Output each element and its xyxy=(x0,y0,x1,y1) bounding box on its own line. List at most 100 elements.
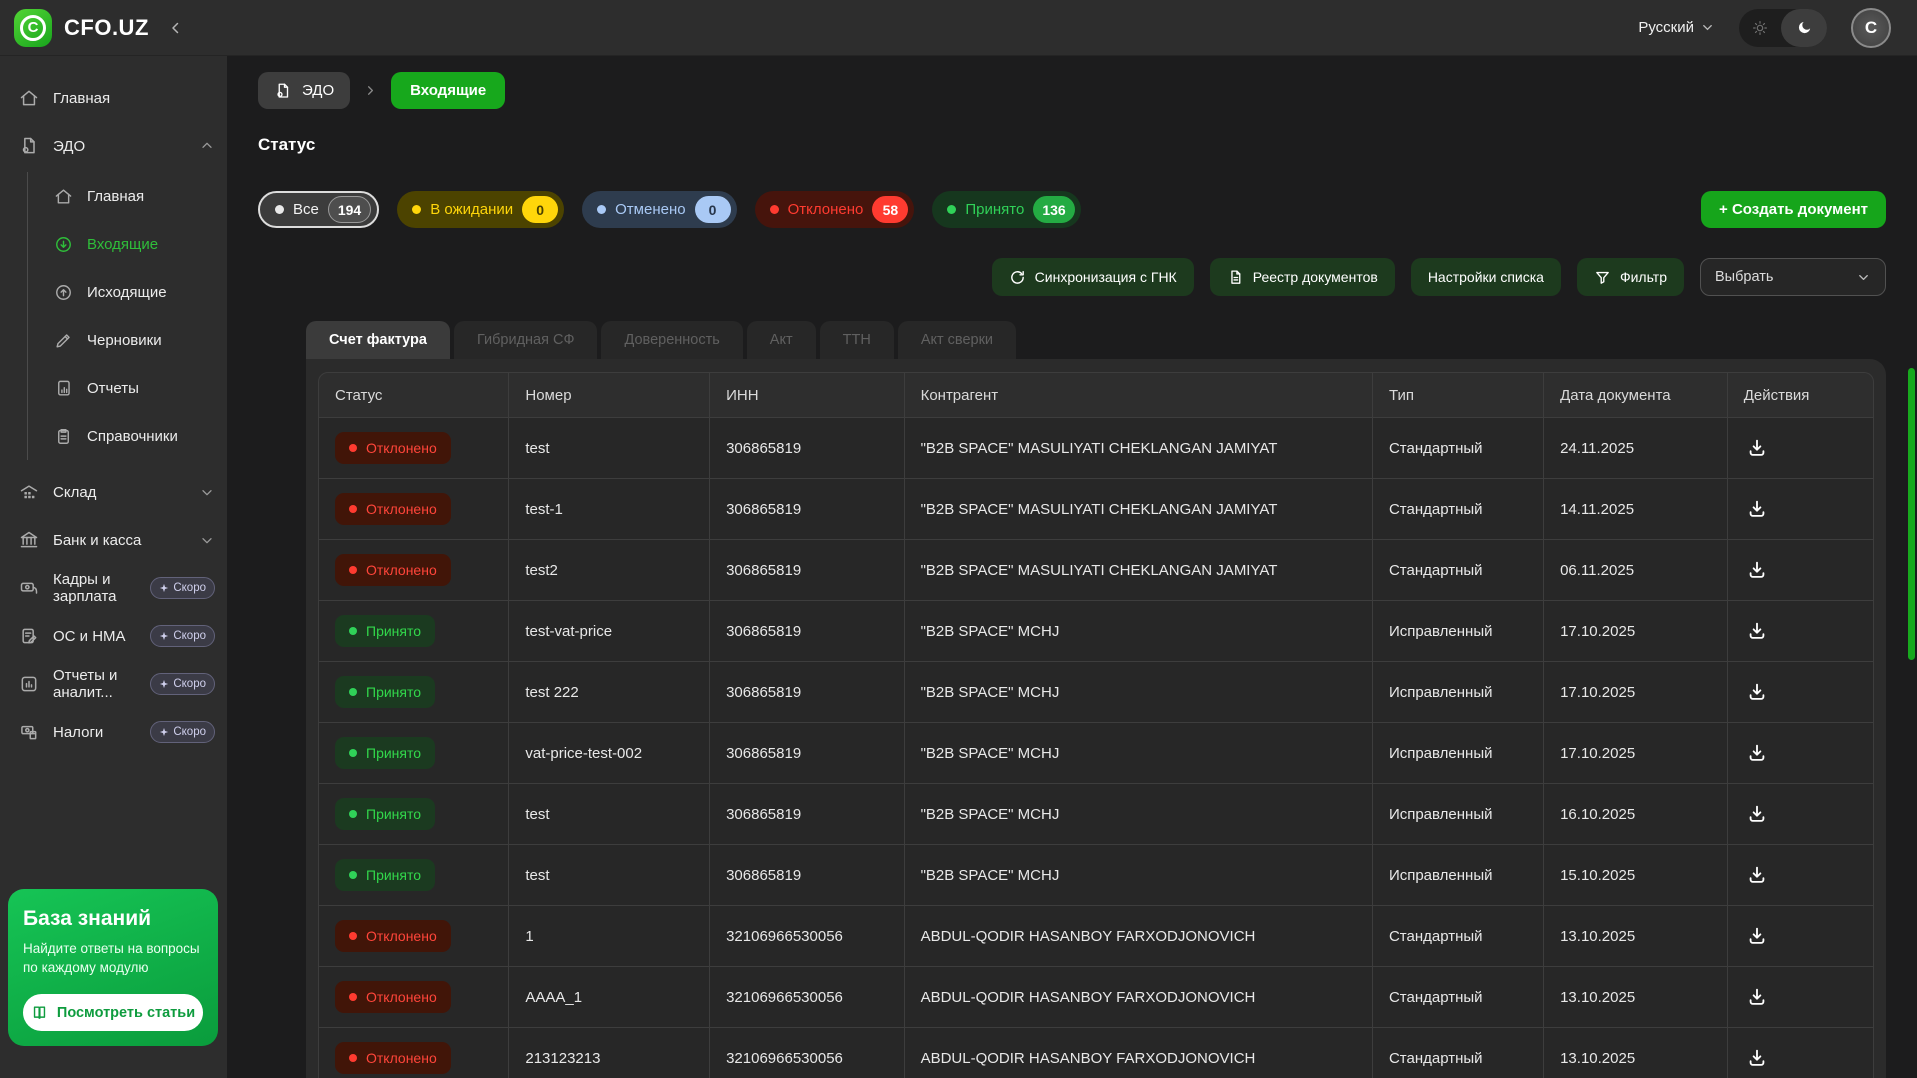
status-filter-count: 0 xyxy=(695,196,731,223)
status-filter-pill[interactable]: Принято 136 xyxy=(932,191,1080,228)
download-button[interactable] xyxy=(1744,435,1770,461)
cell-inn: 306865819 xyxy=(710,784,904,845)
cell-type: Исправленный xyxy=(1373,662,1544,723)
sidebar-item-home[interactable]: Главная xyxy=(0,74,227,122)
sidebar-item-payroll[interactable]: Кадры и зарплата Скоро xyxy=(0,564,227,612)
status-filter-pill[interactable]: Все 194 xyxy=(258,191,379,228)
sidebar-item-edo[interactable]: ЭДО xyxy=(0,122,227,170)
chevron-right-icon xyxy=(363,83,378,98)
cell-type: Исправленный xyxy=(1373,601,1544,662)
download-button[interactable] xyxy=(1744,984,1770,1010)
sidebar-item-bank[interactable]: Банк и касса xyxy=(0,516,227,564)
document-type-tab[interactable]: Акт xyxy=(747,321,816,359)
status-badge: Отклонено xyxy=(335,493,451,525)
create-document-button[interactable]: + Создать документ xyxy=(1701,191,1886,228)
download-button[interactable] xyxy=(1744,496,1770,522)
document-type-tab[interactable]: Гибридная СФ xyxy=(454,321,598,359)
sidebar-item-directories[interactable]: Справочники xyxy=(28,412,227,460)
status-filter-label: Все xyxy=(293,201,319,218)
document-type-tabs: Счет фактура Гибридная СФ Доверенность А… xyxy=(258,321,1886,359)
cell-date: 13.10.2025 xyxy=(1544,967,1728,1028)
cell-contractor: "B2B SPACE" MCHJ xyxy=(905,662,1373,723)
view-articles-button[interactable]: Посмотреть статьи xyxy=(23,994,203,1031)
select-dropdown[interactable]: Выбрать xyxy=(1700,258,1886,296)
download-button[interactable] xyxy=(1744,557,1770,583)
status-label: Отклонено xyxy=(366,989,437,1005)
download-button[interactable] xyxy=(1744,801,1770,827)
status-filter-label: В ожидании xyxy=(430,201,513,218)
document-type-tab[interactable]: Счет фактура xyxy=(306,321,450,359)
download-icon xyxy=(1746,559,1768,581)
sidebar-item-warehouse[interactable]: Склад xyxy=(0,468,227,516)
document-type-tab[interactable]: ТТН xyxy=(820,321,894,359)
sidebar-item-assets[interactable]: ОС и НМА Скоро xyxy=(0,612,227,660)
sidebar-item-label: Исходящие xyxy=(87,284,167,301)
chevron-down-icon xyxy=(199,484,215,500)
user-avatar[interactable]: C xyxy=(1851,8,1891,48)
sidebar: Главная ЭДО Главная Входящие Исходящие Ч… xyxy=(0,56,227,1078)
cell-date: 13.10.2025 xyxy=(1544,1028,1728,1078)
sidebar-collapse-button[interactable] xyxy=(167,19,185,37)
sidebar-item-reports[interactable]: Отчеты xyxy=(28,364,227,412)
status-label: Принято xyxy=(366,745,421,761)
refresh-icon xyxy=(1009,269,1026,286)
sidebar-item-outgoing[interactable]: Исходящие xyxy=(28,268,227,316)
sidebar-item-taxes[interactable]: Налоги Скоро xyxy=(0,708,227,756)
knowledge-base-card: База знаний Найдите ответы на вопросы по… xyxy=(8,889,218,1046)
download-icon xyxy=(1746,925,1768,947)
status-dot xyxy=(349,932,357,940)
table-row: Отклонено 1 32106966530056 ABDUL-QODIR H… xyxy=(318,906,1874,967)
table-header-row: Статус Номер ИНН Контрагент Тип Дата док… xyxy=(318,372,1874,418)
sidebar-item-edo-home[interactable]: Главная xyxy=(28,172,227,220)
sun-icon xyxy=(1739,19,1781,37)
status-filter-pill[interactable]: Отменено 0 xyxy=(582,191,736,228)
cell-inn: 306865819 xyxy=(710,540,904,601)
language-selector[interactable]: Русский xyxy=(1638,19,1715,36)
cell-number: 213123213 xyxy=(509,1028,710,1078)
sidebar-item-incoming[interactable]: Входящие xyxy=(28,220,227,268)
download-button[interactable] xyxy=(1744,1045,1770,1071)
arrow-down-circle-icon xyxy=(52,235,74,254)
filter-button[interactable]: Фильтр xyxy=(1577,258,1684,296)
status-filter-pill[interactable]: Отклонено 58 xyxy=(755,191,915,228)
cell-number: test-vat-price xyxy=(509,601,710,662)
cell-type: Стандартный xyxy=(1373,540,1544,601)
cell-number: test2 xyxy=(509,540,710,601)
cell-number: test-1 xyxy=(509,479,710,540)
status-dot xyxy=(349,871,357,879)
cell-type: Стандартный xyxy=(1373,418,1544,479)
cell-type: Стандартный xyxy=(1373,967,1544,1028)
document-registry-button[interactable]: Реестр документов xyxy=(1210,258,1395,296)
edo-document-icon xyxy=(274,82,292,100)
document-type-tab[interactable]: Доверенность xyxy=(601,321,742,359)
edo-document-icon xyxy=(18,136,40,156)
status-dot xyxy=(349,688,357,696)
cell-contractor: "B2B SPACE" MASULIYATI CHEKLANGAN JAMIYA… xyxy=(905,540,1373,601)
download-button[interactable] xyxy=(1744,862,1770,888)
language-label: Русский xyxy=(1638,19,1694,36)
pencil-icon xyxy=(52,331,74,350)
document-type-tab[interactable]: Акт сверки xyxy=(898,321,1016,359)
list-settings-button[interactable]: Настройки списка xyxy=(1411,258,1561,296)
status-filter-label: Принято xyxy=(965,201,1024,218)
vertical-scrollbar[interactable] xyxy=(1908,368,1915,660)
download-button[interactable] xyxy=(1744,740,1770,766)
brand-logo: C xyxy=(14,9,52,47)
sidebar-item-analytics[interactable]: Отчеты и аналит... Скоро xyxy=(0,660,227,708)
status-filter-pill[interactable]: В ожидании 0 xyxy=(397,191,564,228)
status-badge: Отклонено xyxy=(335,554,451,586)
bank-icon xyxy=(18,530,40,550)
breadcrumb-edo[interactable]: ЭДО xyxy=(258,72,350,109)
cell-date: 15.10.2025 xyxy=(1544,845,1728,906)
download-button[interactable] xyxy=(1744,923,1770,949)
status-badge: Принято xyxy=(335,676,435,708)
breadcrumb-incoming[interactable]: Входящие xyxy=(391,72,505,109)
moon-icon xyxy=(1781,9,1827,47)
download-icon xyxy=(1746,864,1768,886)
theme-toggle[interactable] xyxy=(1739,9,1827,47)
sync-gnk-button[interactable]: Синхронизация с ГНК xyxy=(992,258,1194,296)
sidebar-item-drafts[interactable]: Черновики xyxy=(28,316,227,364)
col-type: Тип xyxy=(1373,372,1544,418)
download-button[interactable] xyxy=(1744,679,1770,705)
download-button[interactable] xyxy=(1744,618,1770,644)
